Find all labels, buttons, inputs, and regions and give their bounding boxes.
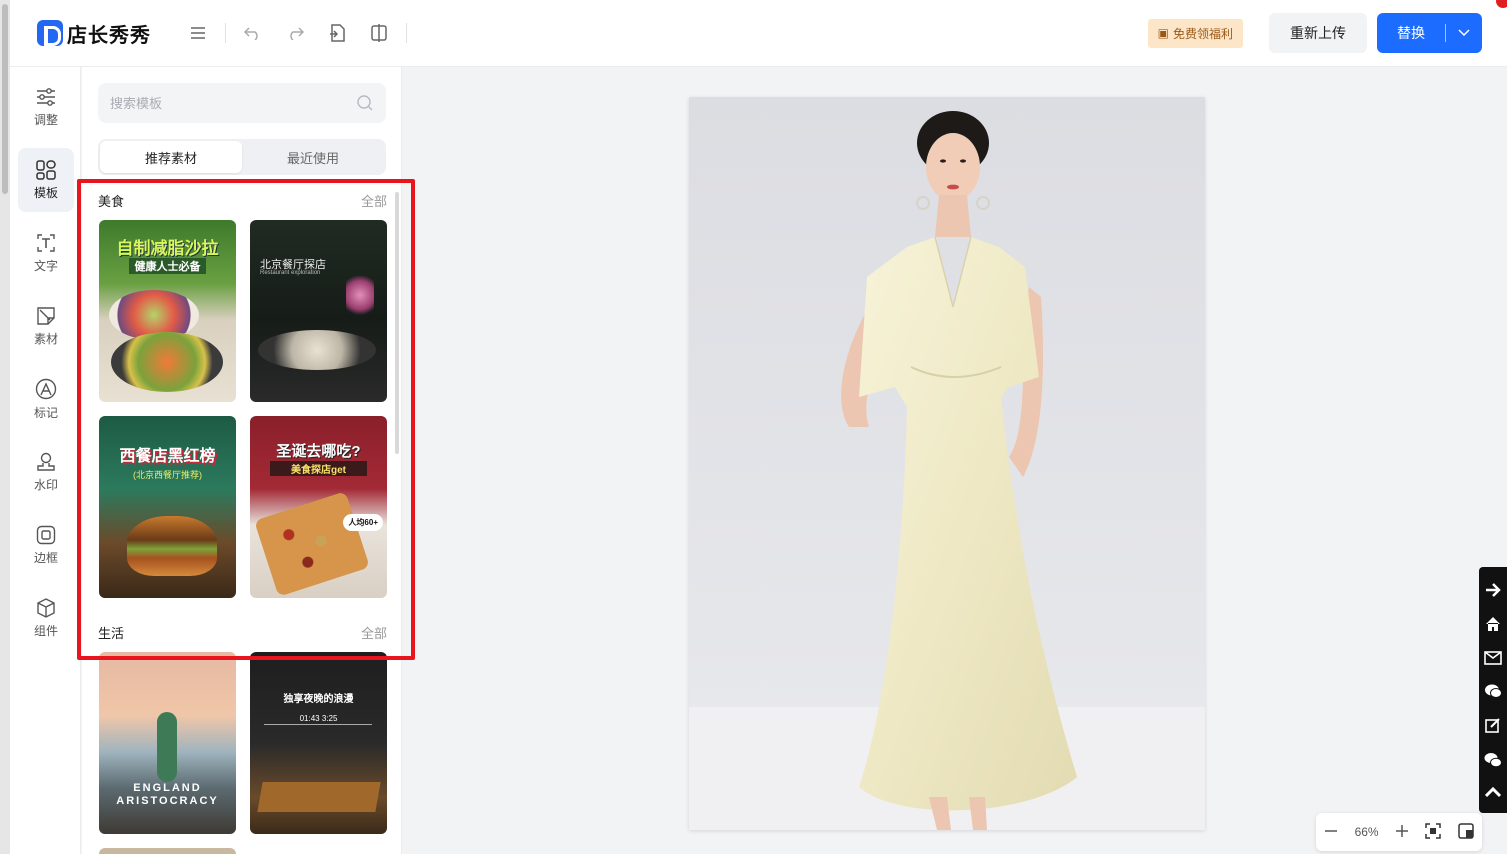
panel-scrollbar[interactable] bbox=[395, 192, 399, 454]
template-search[interactable] bbox=[98, 83, 386, 123]
template-caption: ENGLAND ARISTOCRACY bbox=[116, 782, 219, 807]
redo-icon[interactable] bbox=[282, 20, 308, 46]
comment-icon[interactable] bbox=[1484, 683, 1502, 699]
template-caption: 西餐店黑红榜 bbox=[119, 448, 216, 465]
text-icon bbox=[37, 233, 55, 252]
template-subcaption: (北京西餐厅推荐) bbox=[133, 470, 202, 480]
template-panel: 推荐素材 最近使用 美食 全部 自制减脂沙拉 健康人士必备 北京餐厅探店 Res… bbox=[82, 67, 402, 854]
arrow-right-icon[interactable] bbox=[1485, 582, 1501, 598]
sidebar-item-label: 组件 bbox=[33, 623, 58, 638]
flower-image bbox=[346, 270, 374, 320]
sidebar-item-label: 文字 bbox=[33, 258, 58, 273]
sidebar-item-marker[interactable]: 标记 bbox=[18, 367, 74, 431]
template-tabs: 推荐素材 最近使用 bbox=[98, 139, 386, 175]
minimap-icon[interactable] bbox=[1458, 822, 1474, 842]
sidebar-item-frame[interactable]: 边框 bbox=[18, 513, 74, 577]
chevron-down-icon[interactable] bbox=[1446, 29, 1482, 37]
page-scrollbar-thumb[interactable] bbox=[2, 4, 8, 194]
gift-icon: ▣ bbox=[1157, 26, 1169, 40]
zoom-control: 66% bbox=[1316, 813, 1482, 851]
notification-dot bbox=[1496, 0, 1507, 8]
toolbar-divider bbox=[406, 23, 407, 43]
search-icon[interactable] bbox=[356, 94, 374, 112]
replace-label: 替换 bbox=[1397, 25, 1425, 41]
template-grid-icon bbox=[36, 159, 56, 180]
free-benefit-label: 免费领福利 bbox=[1172, 26, 1233, 41]
template-card[interactable]: 西餐店黑红榜 (北京西餐厅推荐) bbox=[99, 416, 236, 598]
section-title-life: 生活 bbox=[98, 626, 125, 641]
desk-image bbox=[257, 782, 381, 812]
template-caption: 圣诞去哪吃? bbox=[276, 443, 361, 460]
fruitcake-image bbox=[253, 491, 371, 597]
salad-plate-image bbox=[111, 332, 223, 392]
dish-image bbox=[258, 330, 376, 370]
import-icon[interactable] bbox=[324, 20, 350, 46]
sidebar-item-material[interactable]: 素材 bbox=[18, 294, 74, 358]
chevron-up-icon[interactable] bbox=[1485, 786, 1501, 798]
component-icon bbox=[37, 597, 55, 618]
search-input[interactable] bbox=[110, 95, 356, 111]
fit-screen-icon[interactable] bbox=[1425, 822, 1442, 842]
sidebar-item-text[interactable]: 文字 bbox=[18, 221, 74, 285]
editor-canvas[interactable] bbox=[689, 97, 1205, 830]
sidebar-item-watermark[interactable]: 水印 bbox=[18, 440, 74, 504]
replace-button[interactable]: 替换 bbox=[1377, 13, 1482, 53]
app-logo[interactable]: 店长秀秀 bbox=[37, 19, 151, 48]
zoom-out-icon[interactable] bbox=[1324, 824, 1338, 841]
section-title-food: 美食 bbox=[98, 194, 125, 209]
sidebar-item-label: 模板 bbox=[33, 185, 58, 200]
mail-icon[interactable] bbox=[1484, 650, 1502, 665]
zoom-in-icon[interactable] bbox=[1395, 824, 1409, 841]
sliders-icon bbox=[37, 87, 55, 106]
sidebar-item-label: 水印 bbox=[33, 477, 58, 492]
compare-icon[interactable] bbox=[366, 20, 392, 46]
undo-icon[interactable] bbox=[240, 20, 266, 46]
sidebar-item-template[interactable]: 模板 bbox=[18, 148, 74, 212]
edit-icon[interactable] bbox=[1485, 717, 1501, 734]
template-card[interactable]: ENGLAND ARISTOCRACY bbox=[99, 652, 236, 834]
reupload-button[interactable]: 重新上传 bbox=[1269, 13, 1367, 53]
watermark-icon bbox=[37, 452, 55, 471]
template-card[interactable] bbox=[99, 848, 236, 854]
left-sidebar: 调整 模板 文字 素材 标记 水印 边框 组件 bbox=[10, 67, 81, 854]
tab-recent[interactable]: 最近使用 bbox=[242, 141, 384, 173]
free-benefit-button[interactable]: ▣ 免费领福利 bbox=[1147, 18, 1243, 48]
logo-text: 店长秀秀 bbox=[67, 24, 151, 47]
logo-mark-icon bbox=[37, 20, 63, 46]
template-subcaption: 01:43 3:25 bbox=[299, 714, 338, 723]
home-icon[interactable] bbox=[1485, 616, 1501, 632]
template-card[interactable]: 自制减脂沙拉 健康人士必备 bbox=[99, 220, 236, 402]
burger-image bbox=[127, 516, 217, 576]
sticker-icon bbox=[37, 306, 55, 325]
sidebar-item-label: 素材 bbox=[33, 331, 58, 346]
sidebar-item-component[interactable]: 组件 bbox=[18, 586, 74, 650]
top-toolbar: 店长秀秀 ▣ 免费领福利 重新上传 替换 bbox=[10, 0, 1507, 67]
template-card[interactable]: 圣诞去哪吃? 美食探店get 人均60+ bbox=[250, 416, 387, 598]
sidebar-item-label: 边框 bbox=[33, 550, 58, 565]
section-all-link-food[interactable]: 全部 bbox=[361, 191, 387, 210]
price-badge: 人均60+ bbox=[343, 514, 383, 531]
sidebar-item-label: 标记 bbox=[33, 405, 58, 420]
marker-icon bbox=[35, 378, 57, 399]
sidebar-item-adjust[interactable]: 调整 bbox=[18, 75, 74, 139]
wechat-icon[interactable] bbox=[1484, 752, 1502, 768]
section-all-link-life[interactable]: 全部 bbox=[361, 623, 387, 642]
player-progress-bar bbox=[264, 724, 372, 725]
menu-icon[interactable] bbox=[185, 20, 211, 46]
template-caption: 独享夜晚的浪漫 bbox=[283, 694, 354, 705]
surfboard-image bbox=[157, 712, 177, 782]
template-subcaption: 健康人士必备 bbox=[129, 258, 206, 274]
product-photo bbox=[689, 97, 1205, 830]
page-scrollbar[interactable] bbox=[0, 0, 10, 854]
template-subcaption: 美食探店get bbox=[270, 461, 367, 476]
sidebar-item-label: 调整 bbox=[33, 112, 58, 127]
floating-share-bar bbox=[1479, 567, 1507, 813]
tab-recommended[interactable]: 推荐素材 bbox=[100, 141, 242, 173]
template-card[interactable]: 北京餐厅探店 Restaurant exploration bbox=[250, 220, 387, 402]
frame-icon bbox=[36, 525, 56, 544]
toolbar-divider bbox=[225, 23, 226, 43]
template-card[interactable]: 独享夜晚的浪漫 01:43 3:25 bbox=[250, 652, 387, 834]
zoom-level: 66% bbox=[1354, 825, 1379, 839]
template-caption: 自制减脂沙拉 bbox=[116, 239, 219, 258]
